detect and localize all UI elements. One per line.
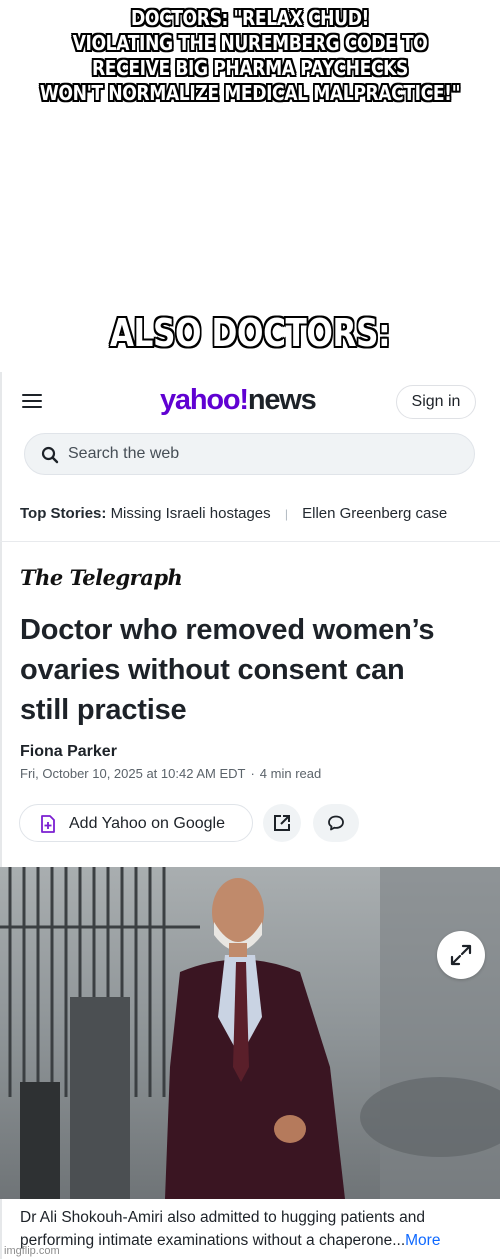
add-yahoo-on-google-label: Add Yahoo on Google (69, 815, 225, 832)
search-icon (41, 446, 59, 464)
hamburger-menu-icon[interactable] (22, 394, 42, 410)
comments-button[interactable] (313, 804, 359, 842)
share-icon (274, 815, 290, 831)
separator: · (250, 766, 255, 781)
imgflip-watermark: imgflip.com (4, 1245, 60, 1257)
read-time: 4 min read (259, 766, 322, 781)
search-input[interactable]: Search the web (24, 433, 475, 475)
expand-icon (450, 944, 472, 966)
site-header: yahoo!news Sign in (0, 372, 500, 432)
expand-image-button[interactable] (437, 931, 485, 979)
top-caption-line: WON'T NORMALIZE MEDICAL MALPRACTICE!" (39, 81, 461, 105)
add-yahoo-on-google-button[interactable]: Add Yahoo on Google (19, 804, 253, 842)
publish-date: Fri, October 10, 2025 at 10:42 AM EDT (20, 766, 246, 781)
photo-image (0, 867, 500, 1199)
separator: | (284, 507, 288, 521)
headline-line: Doctor who removed women’s (20, 614, 435, 646)
more-link[interactable]: More (405, 1232, 440, 1249)
publisher-logo[interactable]: The Telegraph (20, 565, 183, 590)
photo-caption-line: performing intimate examinations without… (20, 1232, 406, 1249)
article-headline: Doctor who removed women’s ovaries witho… (20, 610, 480, 730)
search-placeholder: Search the web (68, 445, 180, 462)
photo-caption: Dr Ali Shokouh-Amiri also admitted to hu… (20, 1206, 490, 1252)
top-stories-bar: Top Stories: Missing Israeli hostages | … (20, 505, 500, 527)
yahoo-news-logo[interactable]: yahoo!news (160, 384, 317, 417)
top-meme-caption: DOCTORS: "RELAX CHUD! VIOLATING THE NURE… (35, 6, 465, 106)
divider (0, 541, 500, 542)
top-caption-line: DOCTORS: "RELAX CHUD! (131, 6, 369, 30)
top-story-link[interactable]: Ellen Greenberg case (302, 505, 447, 522)
top-story-link[interactable]: Missing Israeli hostages (111, 505, 271, 522)
article-meta: Fri, October 10, 2025 at 10:42 AM EDT · 4 … (20, 766, 321, 781)
comment-icon (328, 815, 344, 831)
photo-caption-line: Dr Ali Shokouh-Amiri also admitted to hu… (20, 1209, 425, 1226)
headline-line: ovaries without consent can (20, 654, 405, 686)
middle-meme-caption: ALSO DOCTORS: (109, 311, 391, 355)
headline-line: still practise (20, 694, 187, 726)
yahoo-news-screenshot: yahoo!news Sign in Search the web Top St… (0, 372, 500, 1259)
add-source-icon (41, 815, 55, 833)
author-name[interactable]: Fiona Parker (20, 743, 117, 761)
share-button[interactable] (263, 804, 301, 842)
top-caption-line: VIOLATING THE NUREMBERG CODE TO (72, 31, 428, 55)
top-caption-line: RECEIVE BIG PHARMA PAYCHECKS (91, 56, 408, 80)
top-stories-label: Top Stories: (20, 505, 107, 522)
sign-in-button[interactable]: Sign in (396, 385, 476, 419)
article-photo[interactable] (0, 867, 500, 1199)
